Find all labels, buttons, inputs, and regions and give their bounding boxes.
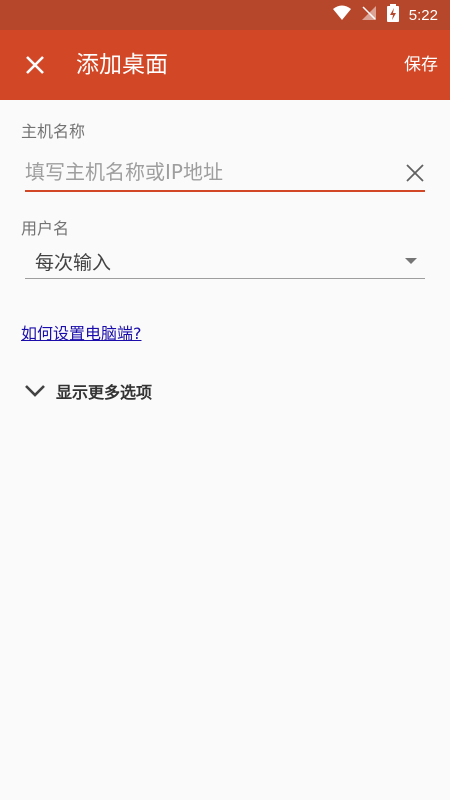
host-name-underline <box>25 190 425 192</box>
host-name-label: 主机名称 <box>21 122 86 141</box>
username-dropdown[interactable]: 每次输入 <box>25 246 425 278</box>
close-button[interactable] <box>14 44 56 86</box>
host-name-input[interactable] <box>25 156 405 188</box>
username-label: 用户名 <box>21 219 70 238</box>
page-title: 添加桌面 <box>76 52 168 78</box>
wifi-icon <box>332 5 351 25</box>
help-setup-link[interactable]: 如何设置电脑端? <box>21 320 142 344</box>
app-bar: 添加桌面 保存 <box>0 30 450 100</box>
username-selected-value: 每次输入 <box>35 252 112 274</box>
show-more-options-toggle[interactable]: 显示更多选项 <box>24 376 152 406</box>
clear-host-button[interactable] <box>402 160 428 186</box>
show-more-options-label: 显示更多选项 <box>56 383 153 402</box>
close-icon <box>26 56 44 74</box>
status-time: 5:22 <box>408 6 438 24</box>
chevron-down-icon <box>25 385 45 397</box>
username-underline <box>25 278 425 279</box>
battery-icon <box>386 4 399 26</box>
save-button[interactable]: 保存 <box>404 51 438 79</box>
no-signal-icon <box>361 5 377 25</box>
dropdown-arrow-icon <box>405 258 417 264</box>
status-bar: 5:22 <box>0 0 450 30</box>
clear-icon <box>406 164 424 182</box>
